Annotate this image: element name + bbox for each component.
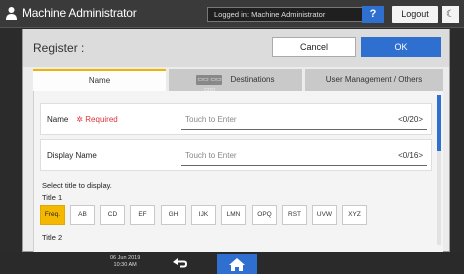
name-tab-panel: Name ✲ Required Touch to Enter <0/20> Dis… [33, 91, 443, 252]
name-row: Name ✲ Required Touch to Enter <0/20> [40, 103, 432, 135]
title-button-rst[interactable]: RST [282, 205, 307, 225]
bottom-bar: 06 Jun 2019 10:30 AM [0, 252, 464, 274]
title-button-gh[interactable]: GH [161, 205, 186, 225]
logged-in-text: Logged in: Machine Administrator [214, 10, 326, 19]
title2-label: Title 2 [42, 233, 63, 242]
top-bar: Machine Administrator Logged in: Machine… [0, 0, 464, 28]
title-button-ijk[interactable]: IJK [191, 205, 216, 225]
display-name-row: Display Name Touch to Enter <0/16> [40, 139, 432, 171]
clock: 06 Jun 2019 10:30 AM [110, 255, 140, 269]
scrollbar-thumb[interactable] [437, 95, 441, 151]
tab-user-management[interactable]: User Management / Others [305, 69, 443, 91]
dialog-title: Register : [33, 41, 85, 55]
display-name-label: Display Name [47, 151, 97, 160]
select-title-text: Select title to display. [42, 181, 112, 190]
select-title-instructions: Select title to display. Title 1 [42, 180, 112, 204]
destinations-badge: ▭▭ ▭▭ ▭▭ [196, 74, 223, 93]
energy-saver-button[interactable]: ☾ [442, 6, 459, 23]
title-button-uvw[interactable]: UVW [312, 205, 337, 225]
title-button-ab[interactable]: AB [70, 205, 95, 225]
help-button[interactable]: ? [362, 6, 384, 23]
name-label-text: Name [47, 115, 69, 124]
title-button-ef[interactable]: EF [130, 205, 155, 225]
title-button-lmn[interactable]: LMN [221, 205, 246, 225]
display-name-input[interactable]: Touch to Enter <0/16> [181, 146, 427, 166]
name-char-counter: <0/20> [398, 115, 423, 124]
home-icon [229, 258, 245, 271]
title-button-freq[interactable]: Freq. [40, 205, 65, 225]
name-input[interactable]: Touch to Enter <0/20> [181, 110, 427, 130]
title-button-opq[interactable]: OPQ [252, 205, 277, 225]
ok-button[interactable]: OK [361, 37, 441, 57]
name-placeholder: Touch to Enter [185, 115, 237, 124]
tab-destinations[interactable]: ▭▭ ▭▭ ▭▭ Destinations [169, 69, 302, 93]
tab-name[interactable]: Name [33, 69, 166, 91]
name-label: Name ✲ Required [47, 115, 118, 124]
display-name-placeholder: Touch to Enter [185, 151, 237, 160]
app-title: Machine Administrator [22, 6, 137, 20]
register-dialog: Register : Cancel OK Name ▭▭ ▭▭ ▭▭ Destin… [22, 29, 450, 252]
dialog-header: Register : Cancel OK [23, 29, 449, 67]
home-button[interactable] [217, 254, 257, 274]
tab-destinations-label: Destinations [230, 75, 275, 84]
cancel-button[interactable]: Cancel [272, 37, 356, 57]
title1-label: Title 1 [42, 193, 63, 202]
title1-button-group: Freq. AB CD EF GH IJK LMN OPQ RST UVW XY… [40, 205, 432, 228]
tab-bar: Name ▭▭ ▭▭ ▭▭ Destinations User Managemen… [33, 69, 443, 93]
clock-time: 10:30 AM [113, 262, 137, 268]
title-button-xyz[interactable]: XYZ [342, 205, 367, 225]
required-label: ✲ Required [76, 115, 118, 124]
moon-icon: ☾ [446, 9, 455, 20]
user-icon [6, 7, 17, 20]
logout-button[interactable]: Logout [392, 6, 438, 23]
display-name-char-counter: <0/16> [398, 151, 423, 160]
help-icon: ? [369, 8, 377, 20]
logged-in-status: Logged in: Machine Administrator [207, 7, 379, 22]
back-arrow-icon[interactable] [170, 256, 190, 270]
clock-date: 06 Jun 2019 [110, 255, 141, 261]
title-button-cd[interactable]: CD [100, 205, 125, 225]
